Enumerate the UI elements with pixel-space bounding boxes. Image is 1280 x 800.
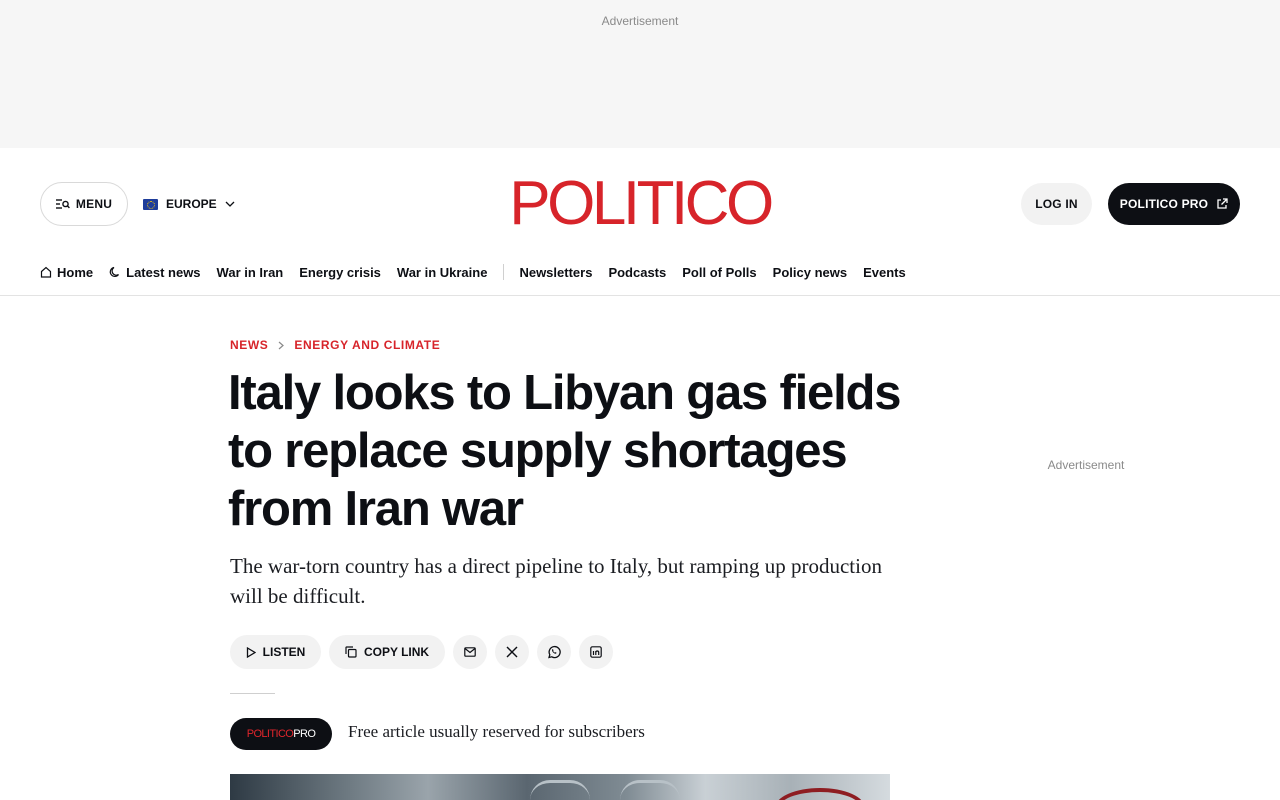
linkedin-icon [590, 646, 602, 658]
free-article-note: Free article usually reserved for subscr… [348, 722, 645, 741]
nav-item-war-in-iran[interactable]: War in Iran [217, 265, 284, 280]
pro-badge-politico: POLITICO [246, 728, 294, 740]
x-share-button[interactable] [495, 635, 529, 669]
article-headline: Italy looks to Libyan gas fields to repl… [228, 366, 901, 536]
breadcrumb-energy-and-climate[interactable]: ENERGY AND CLIMATE [294, 338, 440, 352]
pipe-shape [530, 780, 590, 800]
nav-item-war-in-ukraine[interactable]: War in Ukraine [397, 265, 488, 280]
x-icon [506, 646, 518, 658]
chevron-down-icon [225, 201, 235, 207]
nav-item-energy-crisis[interactable]: Energy crisis [299, 265, 381, 280]
nav-item-newsletters[interactable]: Newsletters [519, 265, 592, 280]
chevron-right-icon [278, 341, 285, 350]
nav-divider [503, 264, 505, 280]
eu-flag-icon [143, 198, 158, 210]
nav-label: Latest news [126, 264, 201, 280]
listen-label: LISTEN [262, 645, 306, 659]
nav-item-home[interactable]: Home [40, 265, 93, 280]
nav-item-policy-news[interactable]: Policy news [773, 265, 847, 280]
main-nav: Home Latest news War in Iran Energy cris… [40, 262, 922, 282]
sidebar-ad: Advertisement [1000, 458, 1172, 472]
valve-wheel-shape [775, 788, 865, 800]
region-selector[interactable]: EUROPE [143, 194, 235, 214]
politico-pro-label: POLITICO PRO [1119, 197, 1209, 211]
pipe-shape [620, 780, 680, 800]
article-hero-image [230, 774, 890, 800]
nav-item-podcasts[interactable]: Podcasts [608, 265, 666, 280]
pro-badge-pro: PRO [293, 728, 316, 740]
politico-logo[interactable]: POLITICO [506, 173, 774, 235]
nav-item-poll-of-polls[interactable]: Poll of Polls [682, 265, 756, 280]
copy-icon [345, 646, 357, 658]
region-label: EUROPE [166, 197, 217, 211]
share-bar: LISTEN COPY LINK [230, 635, 613, 669]
menu-label: MENU [75, 197, 113, 211]
menu-search-icon [55, 198, 70, 210]
listen-button[interactable]: LISTEN [230, 635, 321, 669]
divider-rule [230, 693, 275, 694]
login-button[interactable]: LOG IN [1021, 183, 1092, 225]
copy-link-label: COPY LINK [363, 645, 430, 659]
nav-item-latest-news[interactable]: Latest news [109, 264, 201, 280]
politico-pro-badge: POLITICO PRO [230, 718, 332, 750]
site-header: MENU EUROPE POLITICO LOG IN POLITICO PRO… [0, 148, 1280, 296]
advertisement-label: Advertisement [601, 14, 679, 28]
email-share-button[interactable] [453, 635, 487, 669]
whatsapp-share-button[interactable] [537, 635, 571, 669]
moon-icon [109, 266, 121, 278]
politico-pro-button[interactable]: POLITICO PRO [1108, 183, 1240, 225]
linkedin-share-button[interactable] [579, 635, 613, 669]
home-icon [40, 266, 52, 278]
external-link-icon [1216, 198, 1228, 210]
whatsapp-icon [547, 645, 561, 659]
breadcrumb-news[interactable]: NEWS [230, 338, 268, 352]
article-dek: The war-torn country has a direct pipeli… [230, 554, 882, 608]
menu-button[interactable]: MENU [40, 182, 128, 226]
email-icon [464, 647, 476, 657]
breadcrumb: NEWS ENERGY AND CLIMATE [230, 338, 440, 352]
top-ad-banner: Advertisement [0, 0, 1280, 148]
advertisement-label: Advertisement [1047, 458, 1125, 472]
nav-label: Home [57, 264, 94, 280]
play-icon [246, 646, 256, 658]
copy-link-button[interactable]: COPY LINK [329, 635, 445, 669]
nav-item-events[interactable]: Events [863, 265, 906, 280]
